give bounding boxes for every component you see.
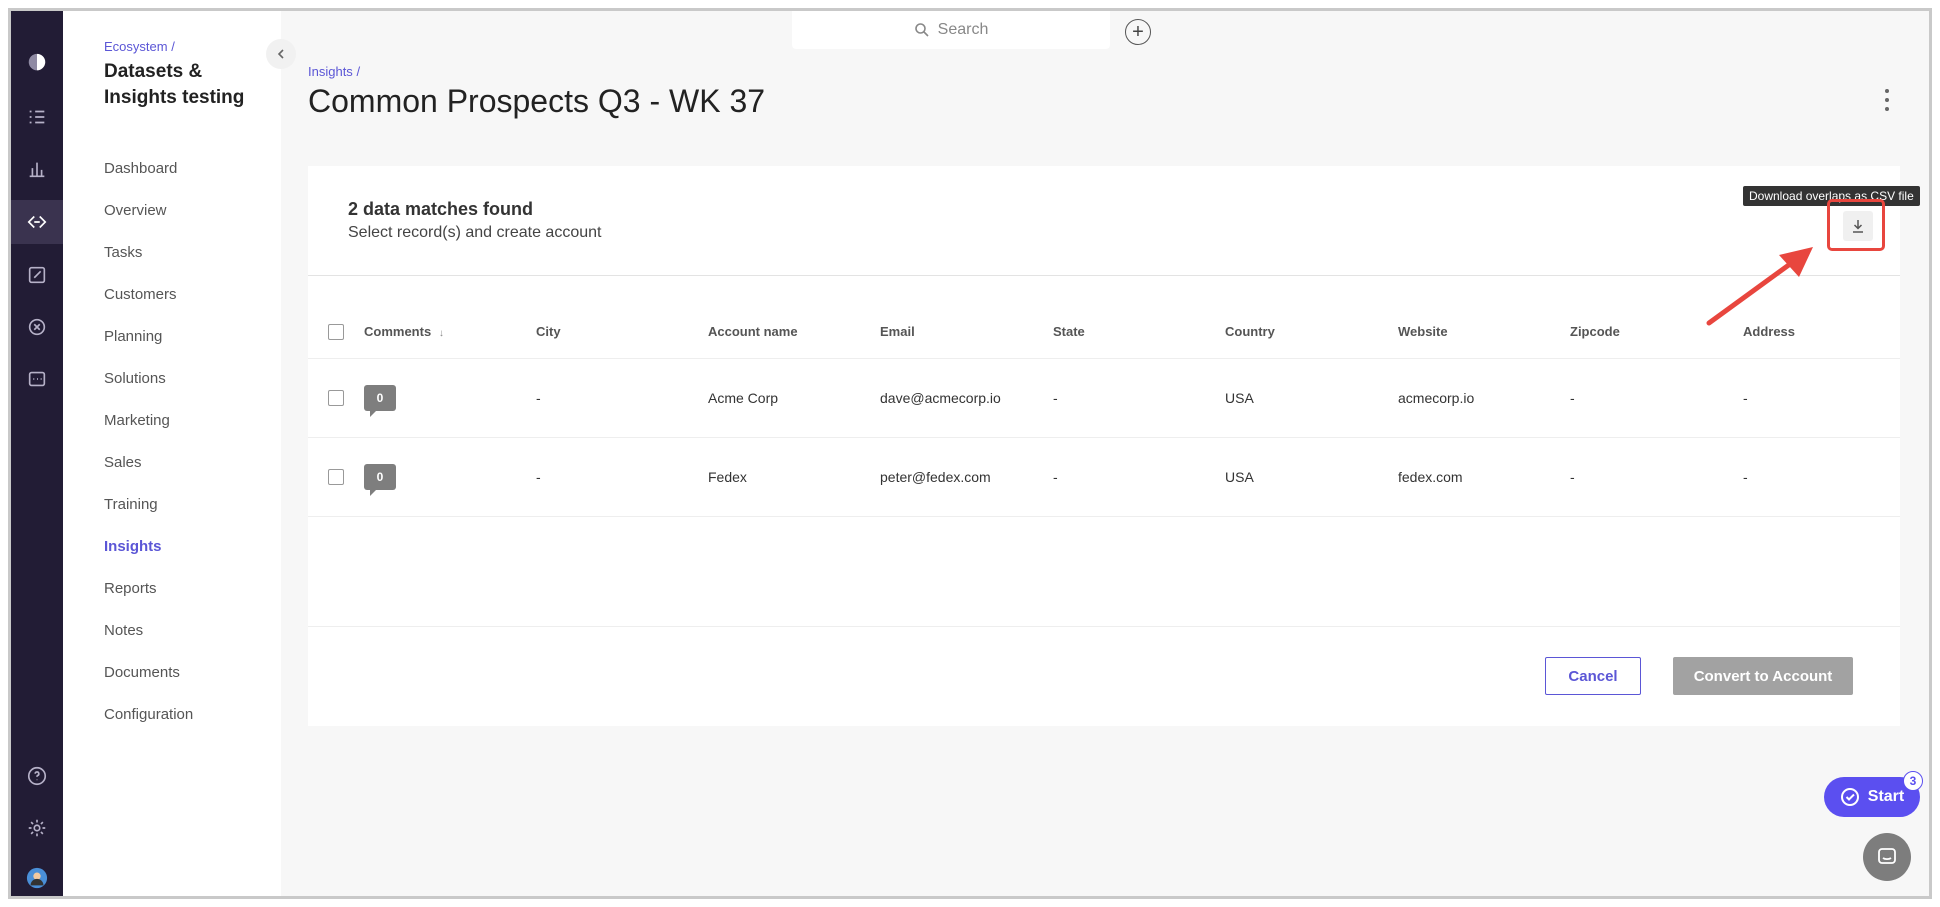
cell-zipcode: - — [1570, 358, 1743, 438]
cell-account-name: Acme Corp — [708, 358, 880, 438]
cell-country: USA — [1225, 437, 1398, 517]
sidebar: Ecosystem / Datasets & Insights testing … — [63, 11, 281, 896]
start-badge: 3 — [1903, 771, 1923, 791]
sidebar-item-insights[interactable]: Insights — [104, 537, 193, 579]
checklist-icon[interactable] — [11, 95, 63, 139]
user-avatar[interactable] — [11, 856, 63, 896]
collapse-sidebar-button[interactable] — [266, 39, 296, 69]
card-subtext: Select record(s) and create account — [348, 224, 602, 241]
table-row[interactable]: 0 - Acme Corp dave@acmecorp.io - USA acm… — [308, 358, 1900, 438]
breadcrumb-separator: / — [171, 39, 175, 54]
sidebar-item-notes[interactable]: Notes — [104, 621, 193, 663]
search-placeholder: Search — [937, 21, 989, 38]
plus-icon: + — [1132, 21, 1144, 43]
row-checkbox[interactable] — [328, 469, 344, 486]
page-title: Common Prospects Q3 - WK 37 — [308, 83, 766, 119]
check-circle-icon — [1840, 788, 1859, 806]
download-icon — [1853, 220, 1863, 233]
select-all-checkbox[interactable] — [328, 324, 344, 341]
settings-icon[interactable] — [11, 806, 63, 850]
cell-address: - — [1743, 437, 1900, 517]
cell-email: dave@acmecorp.io — [880, 358, 1053, 438]
annotation-arrow — [1706, 247, 1813, 326]
matches-count: 2 data matches found — [348, 199, 534, 219]
chat-icon — [1878, 848, 1896, 864]
search-icon — [914, 23, 929, 37]
sidebar-item-tasks[interactable]: Tasks — [104, 243, 193, 285]
cell-website: acmecorp.io — [1398, 358, 1570, 438]
cell-zipcode: - — [1570, 437, 1743, 517]
sidebar-item-overview[interactable]: Overview — [104, 201, 193, 243]
table-row[interactable]: 0 - Fedex peter@fedex.com - USA fedex.co… — [308, 437, 1900, 517]
sidebar-item-configuration[interactable]: Configuration — [104, 705, 193, 747]
card-header: 2 data matches found Select record(s) an… — [308, 166, 1920, 276]
sidebar-nav: Dashboard Overview Tasks Customers Plann… — [104, 159, 193, 747]
sort-desc-icon[interactable]: ↓ — [439, 328, 444, 339]
bar-chart-icon[interactable] — [11, 147, 63, 191]
cell-email: peter@fedex.com — [880, 437, 1053, 517]
cell-state: - — [1053, 358, 1225, 438]
workspace-title: Datasets & Insights testing — [104, 61, 245, 108]
table-header-row: Comments ↓ City Account name Email State… — [308, 306, 1900, 359]
help-icon[interactable] — [11, 754, 63, 798]
sidebar-item-customers[interactable]: Customers — [104, 285, 193, 327]
cell-city: - — [536, 358, 708, 438]
search-input[interactable]: Search — [792, 11, 1110, 49]
download-csv-button[interactable] — [1843, 211, 1873, 241]
sidebar-item-training[interactable]: Training — [104, 495, 193, 537]
terminal-icon[interactable] — [11, 357, 63, 401]
icon-rail — [11, 11, 63, 896]
sidebar-item-solutions[interactable]: Solutions — [104, 369, 193, 411]
close-circle-icon[interactable] — [11, 305, 63, 349]
add-button[interactable]: + — [1125, 19, 1151, 45]
results-table: Comments ↓ City Account name Email State… — [308, 306, 1900, 517]
column-email: Email — [880, 306, 1053, 359]
comments-bubble-icon[interactable]: 0 — [364, 463, 396, 496]
chevron-left-icon — [277, 49, 284, 59]
column-website: Website — [1398, 306, 1570, 359]
column-account-name: Account name — [708, 306, 880, 359]
column-city: City — [536, 306, 708, 359]
sidebar-breadcrumb[interactable]: Ecosystem / — [104, 39, 175, 54]
breadcrumb-separator: / — [356, 64, 361, 79]
sidebar-item-reports[interactable]: Reports — [104, 579, 193, 621]
convert-to-account-button[interactable]: Convert to Account — [1673, 657, 1853, 695]
cell-city: - — [536, 437, 708, 517]
cancel-button[interactable]: Cancel — [1545, 657, 1641, 695]
card-footer: Cancel Convert to Account — [308, 626, 1900, 726]
logo-icon[interactable] — [11, 41, 63, 85]
edit-icon[interactable] — [11, 253, 63, 297]
app-window: Ecosystem / Datasets & Insights testing … — [8, 8, 1932, 899]
results-card: 2 data matches found Select record(s) an… — [308, 166, 1920, 726]
cell-website: fedex.com — [1398, 437, 1570, 517]
more-options-icon[interactable] — [1881, 89, 1893, 111]
column-comments[interactable]: Comments — [364, 324, 431, 339]
sidebar-item-documents[interactable]: Documents — [104, 663, 193, 705]
column-country: Country — [1225, 306, 1398, 359]
sidebar-item-marketing[interactable]: Marketing — [104, 411, 193, 453]
cell-country: USA — [1225, 358, 1398, 438]
sidebar-item-planning[interactable]: Planning — [104, 327, 193, 369]
row-checkbox[interactable] — [328, 390, 344, 407]
ecosystem-icon[interactable] — [11, 200, 63, 244]
cell-account-name: Fedex — [708, 437, 880, 517]
cell-address: - — [1743, 358, 1900, 438]
cell-state: - — [1053, 437, 1225, 517]
comments-bubble-icon[interactable]: 0 — [364, 384, 396, 417]
breadcrumb-insights[interactable]: Insights — [308, 64, 353, 79]
start-label: Start — [1867, 788, 1905, 805]
breadcrumb-ecosystem[interactable]: Ecosystem — [104, 39, 168, 54]
sidebar-item-dashboard[interactable]: Dashboard — [104, 159, 193, 201]
column-state: State — [1053, 306, 1225, 359]
chat-launcher-button[interactable] — [1863, 833, 1911, 881]
breadcrumb: Insights / — [308, 64, 360, 79]
sidebar-item-sales[interactable]: Sales — [104, 453, 193, 495]
